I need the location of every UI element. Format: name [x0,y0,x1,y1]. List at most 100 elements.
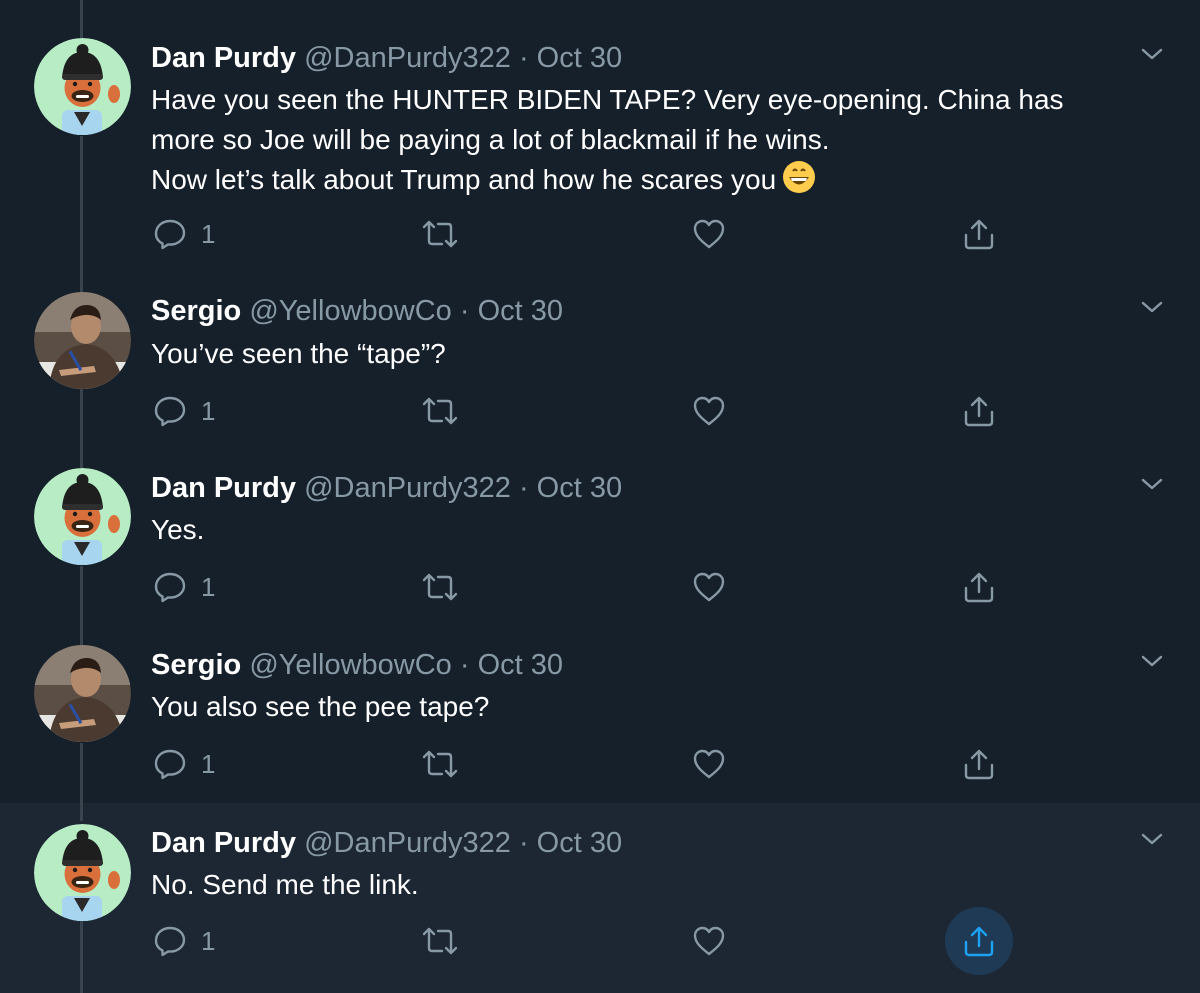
tweet-text-line: Now let’s talk about Trump and how he sc… [151,160,1151,205]
author-handle[interactable]: @YellowbowCo [249,295,451,327]
like-button[interactable] [692,565,726,609]
retweet-button[interactable] [420,212,460,256]
chevron-down-icon[interactable] [1138,825,1166,853]
memoji-avatar[interactable] [34,468,131,565]
share-icon [964,572,994,603]
share-icon [964,749,994,780]
share-button[interactable] [962,919,996,963]
heart-icon [693,219,725,249]
tweet-date[interactable]: Oct 30 [537,472,622,504]
like-button[interactable] [692,742,726,786]
retweet-icon [422,397,458,425]
retweet-button[interactable] [420,389,460,433]
chevron-down-icon[interactable] [1138,40,1166,68]
chevron-down-icon[interactable] [1138,647,1166,675]
author-handle[interactable]: @DanPurdy322 [304,827,511,859]
reply-count: 1 [201,395,216,426]
heart-icon [693,749,725,779]
like-button[interactable] [692,389,726,433]
reply-icon [154,749,186,780]
tweet-text-line: Have you seen the HUNTER BIDEN TAPE? Ver… [151,84,1064,115]
photo-avatar[interactable] [34,292,131,389]
thread-line [80,0,83,38]
tweet-date[interactable]: Oct 30 [478,649,563,681]
tweet-text-line: No. Send me the link. [151,869,419,900]
reply-button[interactable]: 1 [153,565,215,609]
thread-line [80,282,83,292]
share-icon [964,219,994,250]
tweet-text: You also see the pee tape? [151,687,1151,727]
tweet-thread: Dan Purdy @DanPurdy322 · Oct 30 Have you… [0,0,1200,993]
retweet-button[interactable] [420,742,460,786]
photo-avatar[interactable] [34,645,131,742]
tweet-date[interactable]: Oct 30 [537,827,622,859]
tweet-text: Yes. [151,510,1151,550]
share-button[interactable] [962,565,996,609]
tweet[interactable]: Dan Purdy @DanPurdy322 · Oct 30 No. Send… [0,803,1200,993]
separator-dot: · [518,42,529,74]
tweet-actions: 1 [0,565,1200,609]
reply-count: 1 [201,925,216,956]
author-name[interactable]: Dan Purdy [151,827,296,859]
tweet[interactable]: Sergio @YellowbowCo · Oct 30 You’ve seen… [0,282,1200,458]
reply-count: 1 [201,571,216,602]
share-button[interactable] [962,742,996,786]
tweet[interactable]: Sergio @YellowbowCo · Oct 30 You also se… [0,635,1200,803]
tweet-text-line: Yes. [151,514,205,545]
retweet-icon [422,927,458,955]
tweet-text-line: You’ve seen the “tape”? [151,338,446,369]
grinning-face-emoji [782,160,816,205]
author-name[interactable]: Dan Purdy [151,472,296,504]
reply-icon [154,926,186,957]
reply-button[interactable]: 1 [153,389,215,433]
reply-icon [154,572,186,603]
share-icon [964,396,994,427]
author-handle[interactable]: @DanPurdy322 [304,42,511,74]
author-handle[interactable]: @DanPurdy322 [304,472,511,504]
thread-line [80,635,83,645]
reply-button[interactable]: 1 [153,919,215,963]
retweet-icon [422,750,458,778]
thread-line [80,803,83,821]
author-name[interactable]: Dan Purdy [151,42,296,74]
author-name[interactable]: Sergio [151,649,241,681]
tweet-text-line: You also see the pee tape? [151,691,490,722]
separator-dot: · [459,295,470,327]
memoji-avatar[interactable] [34,38,131,135]
author-name[interactable]: Sergio [151,295,241,327]
share-button[interactable] [962,389,996,433]
like-button[interactable] [692,212,726,256]
author-handle[interactable]: @YellowbowCo [249,649,451,681]
tweet[interactable]: Dan Purdy @DanPurdy322 · Oct 30 Have you… [0,0,1200,282]
tweet-actions: 1 [0,212,1200,256]
reply-icon [154,396,186,427]
memoji-avatar[interactable] [34,824,131,921]
retweet-icon [422,220,458,248]
reply-button[interactable]: 1 [153,212,215,256]
tweet-date[interactable]: Oct 30 [537,42,622,74]
tweet-text-line: more so Joe will be paying a lot of blac… [151,124,830,155]
reply-count: 1 [201,748,216,779]
separator-dot: · [518,827,529,859]
reply-button[interactable]: 1 [153,742,215,786]
tweet-actions: 1 [0,919,1200,963]
thread-line [80,136,83,282]
thread-line [80,458,83,468]
tweet[interactable]: Dan Purdy @DanPurdy322 · Oct 30 Yes. 1 [0,458,1200,635]
tweet-actions: 1 [0,389,1200,433]
tweet-text-line-content: Now let’s talk about Trump and how he sc… [151,164,777,195]
chevron-down-icon[interactable] [1138,470,1166,498]
heart-icon [693,926,725,956]
tweet-text: Have you seen the HUNTER BIDEN TAPE? Ver… [151,80,1151,205]
heart-icon [693,572,725,602]
tweet-text: You’ve seen the “tape”? [151,334,1151,374]
separator-dot: · [459,649,470,681]
tweet-date[interactable]: Oct 30 [478,295,563,327]
chevron-down-icon[interactable] [1138,293,1166,321]
share-button[interactable] [962,212,996,256]
retweet-button[interactable] [420,565,460,609]
retweet-button[interactable] [420,919,460,963]
like-button[interactable] [692,919,726,963]
heart-icon [693,396,725,426]
retweet-icon [422,573,458,601]
